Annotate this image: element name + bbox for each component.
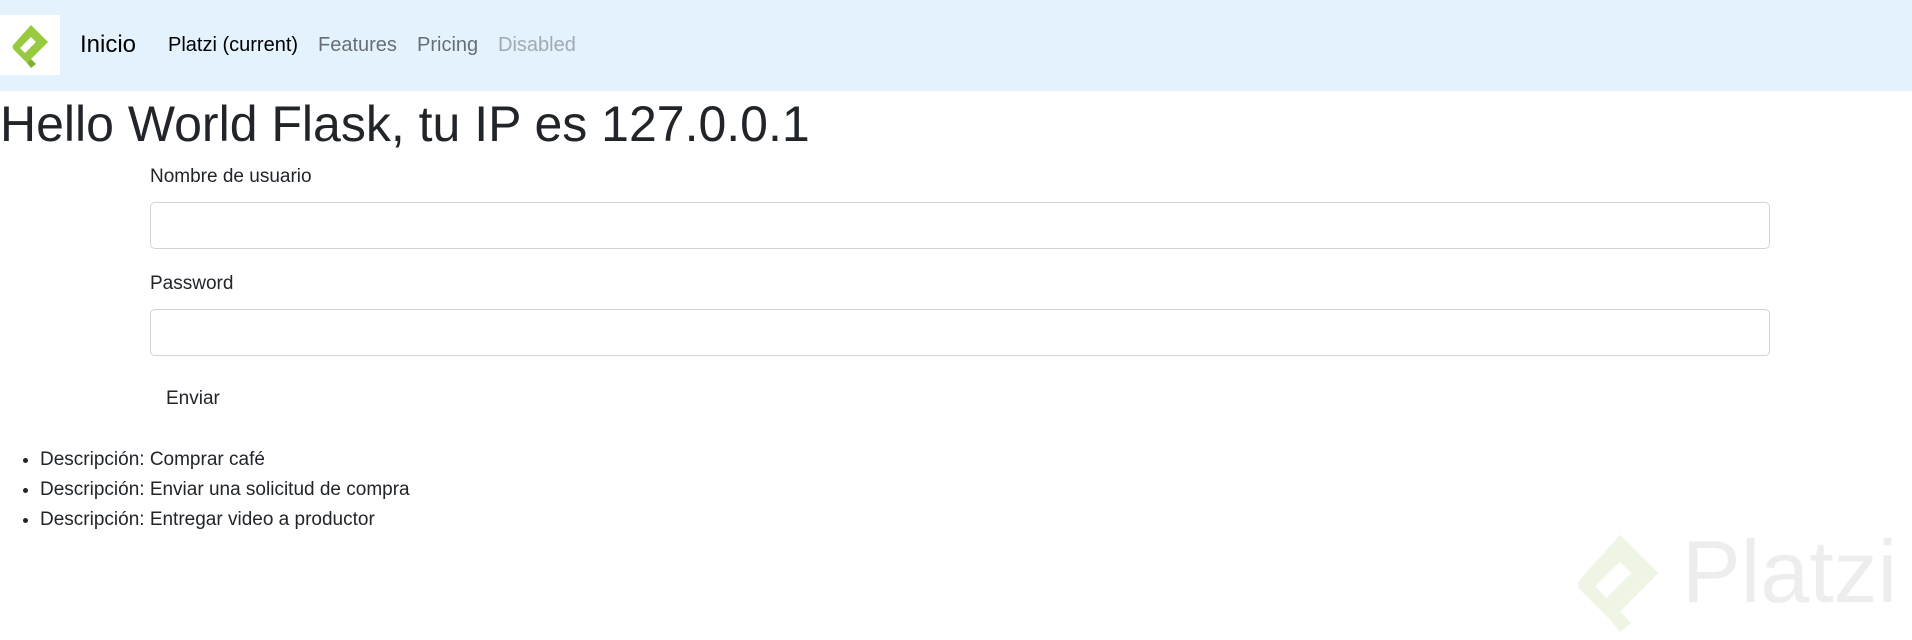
nav-link-pricing[interactable]: Pricing xyxy=(417,33,478,57)
todo-list: Descripción: Comprar café Descripción: E… xyxy=(0,445,410,535)
nav-link-platzi[interactable]: Platzi (current) xyxy=(168,33,298,57)
brand-link[interactable]: Inicio xyxy=(80,30,136,60)
watermark-text: Platzi xyxy=(1682,522,1898,621)
platzi-watermark-icon xyxy=(1578,534,1659,632)
submit-button[interactable]: Enviar xyxy=(150,381,236,417)
navbar: Inicio Platzi (current) Features Pricing… xyxy=(0,0,1912,91)
page-title: Hello World Flask, tu IP es 127.0.0.1 xyxy=(0,96,810,152)
username-input[interactable] xyxy=(150,202,1770,249)
list-item: Descripción: Enviar una solicitud de com… xyxy=(40,475,410,505)
list-item: Descripción: Entregar video a productor xyxy=(40,505,410,535)
username-label: Nombre de usuario xyxy=(150,166,312,187)
password-input[interactable] xyxy=(150,309,1770,356)
password-label: Password xyxy=(150,273,234,294)
platzi-logo-icon xyxy=(12,25,48,68)
nav-link-features[interactable]: Features xyxy=(318,33,397,57)
brand-logo[interactable] xyxy=(0,15,60,75)
platzi-watermark: Platzi xyxy=(1570,522,1900,632)
list-item: Descripción: Comprar café xyxy=(40,445,410,475)
nav-link-disabled: Disabled xyxy=(498,34,576,56)
